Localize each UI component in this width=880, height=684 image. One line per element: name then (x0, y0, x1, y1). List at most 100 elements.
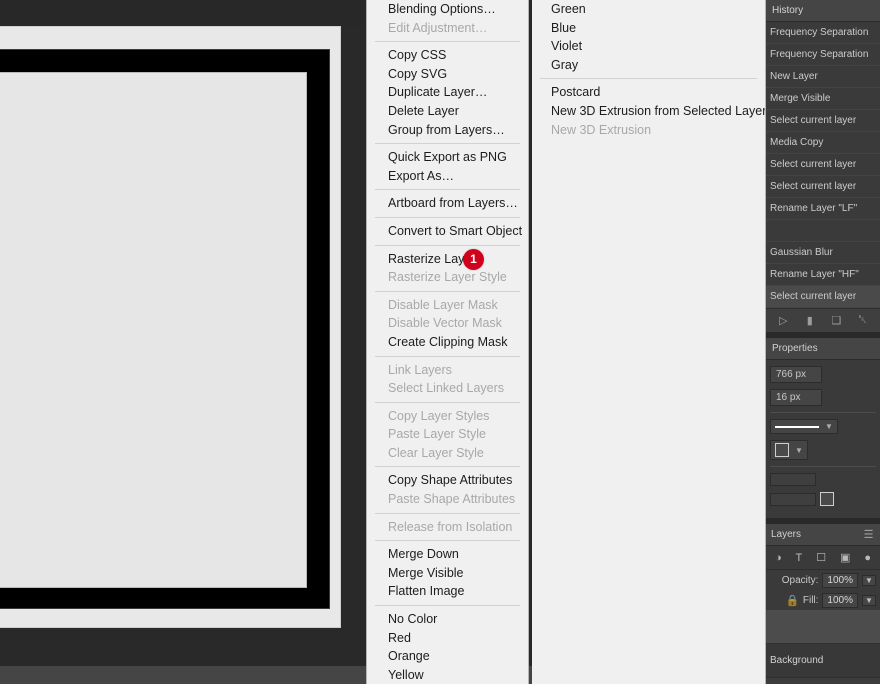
layer-row[interactable] (766, 610, 880, 644)
history-row[interactable]: Select current layer (766, 110, 880, 132)
menu-item[interactable]: Orange (367, 647, 528, 666)
menu-item: Disable Layer Mask (388, 297, 498, 312)
history-row[interactable]: Frequency Separation (766, 22, 880, 44)
layer-row[interactable]: Background (766, 644, 880, 678)
new-snapshot-icon[interactable]: ❑ (830, 314, 843, 327)
panel-menu-icon[interactable]: ☰ (862, 528, 875, 541)
adjustment-filter-icon[interactable]: ◑ (775, 552, 782, 564)
menu-item[interactable]: Duplicate Layer… (367, 83, 528, 102)
fill-label: Fill: (802, 594, 819, 606)
menu-item[interactable]: Delete Layer (367, 102, 528, 121)
history-row[interactable]: Select current layer (766, 154, 880, 176)
layer-context-submenu[interactable]: Green Blue Violet Gray Postcard New 3D Extrus… (532, 0, 766, 684)
menu-item[interactable]: Flatten Image (367, 582, 528, 601)
menu-item: Rasterize Layer Style (388, 270, 507, 285)
height-field[interactable]: 16 px (770, 389, 822, 406)
chevron-down-icon[interactable]: ▼ (862, 594, 876, 606)
width-row: 766 px (770, 366, 876, 383)
menu-item[interactable]: No Color (367, 610, 528, 629)
swatch-row-2 (770, 492, 876, 506)
submenu-item[interactable]: New 3D Extrusion from Selected Layer (532, 102, 765, 121)
menu-item[interactable]: Yellow (367, 666, 528, 684)
history-list[interactable]: Frequency Separation Frequency Separation… (766, 22, 880, 308)
menu-item: Disable Vector Mask (388, 316, 502, 331)
chevron-down-icon: ▼ (825, 422, 833, 431)
menu-item[interactable]: Red (367, 629, 528, 648)
lock-icon[interactable]: 🔒 (786, 594, 800, 607)
new-document-icon[interactable]: ▮ (803, 314, 816, 327)
stroke-style-dropdown[interactable]: ▼ (770, 419, 838, 434)
menu-item[interactable]: Rasterize Layer 1 (367, 248, 528, 270)
properties-panel-body: 766 px 16 px ▼ ▼ (766, 360, 880, 518)
history-row[interactable]: Gaussian Blur (766, 242, 880, 264)
menu-item[interactable]: Blending Options… (367, 0, 528, 19)
menu-item: Link Layers (388, 362, 452, 377)
menu-item[interactable]: Copy CSS (367, 46, 528, 65)
menu-separator (375, 244, 520, 246)
menu-item[interactable]: Export As… (367, 167, 528, 186)
menu-item[interactable]: Merge Visible (367, 564, 528, 583)
history-row[interactable]: Rename Layer "HF" (766, 264, 880, 286)
document-frame-black (0, 49, 330, 609)
trash-icon[interactable]: ␇ (856, 314, 869, 327)
mask-thumbnail-icon[interactable] (820, 492, 834, 506)
layers-panel-tab[interactable]: Layers ☰ (766, 524, 880, 546)
document-inner-mat (0, 72, 307, 588)
color-swatch[interactable] (770, 473, 816, 486)
properties-divider-2 (770, 466, 876, 467)
history-row[interactable]: Media Copy (766, 132, 880, 154)
submenu-item: New 3D Extrusion (551, 122, 652, 137)
history-row[interactable]: Frequency Separation (766, 44, 880, 66)
history-panel-title: History (772, 5, 804, 16)
menu-item[interactable]: Create Clipping Mask (367, 333, 528, 352)
stroke-align-dropdown[interactable]: ▼ (770, 440, 808, 460)
chevron-down-icon[interactable]: ▼ (862, 574, 876, 586)
menu-item[interactable]: Artboard from Layers… (367, 194, 528, 213)
layer-context-menu[interactable]: Blending Options… Edit Adjustment… Copy CS… (366, 0, 529, 684)
layers-panel-title: Layers (771, 529, 802, 540)
opacity-label: Opacity: (781, 574, 819, 586)
submenu-item[interactable]: Green (532, 0, 765, 19)
color-swatch-secondary[interactable] (770, 492, 816, 506)
menu-separator (375, 216, 520, 218)
camera-snapshot-icon[interactable]: ▷ (777, 314, 790, 327)
history-row[interactable]: New Layer (766, 66, 880, 88)
menu-item[interactable]: Convert to Smart Object (367, 222, 528, 241)
layers-filter-toolbar: ◑ T ☐ ▣ ● (766, 546, 880, 570)
document-window[interactable] (0, 26, 341, 628)
align-icon (775, 443, 789, 457)
smart-object-filter-icon[interactable]: ▣ (840, 551, 850, 564)
shape-filter-icon[interactable]: ☐ (816, 551, 826, 564)
width-field[interactable]: 766 px (770, 366, 822, 383)
menu-separator (375, 41, 520, 43)
submenu-item[interactable]: Violet (532, 37, 765, 56)
filter-toggle-icon[interactable]: ● (864, 552, 871, 564)
menu-item[interactable]: Quick Export as PNG (367, 148, 528, 167)
menu-separator (375, 401, 520, 403)
menu-item: Copy Layer Styles (388, 408, 490, 423)
menu-item: Edit Adjustment… (388, 20, 488, 35)
submenu-item[interactable]: Blue (532, 19, 765, 38)
menu-item: Clear Layer Style (388, 445, 484, 460)
menu-item[interactable]: Merge Down (367, 545, 528, 564)
menu-separator (375, 189, 520, 191)
properties-panel-tab[interactable]: Properties (766, 338, 880, 360)
layers-empty-area (766, 678, 880, 684)
menu-item[interactable]: Copy Shape Attributes (367, 471, 528, 490)
history-row[interactable]: Select current layer (766, 176, 880, 198)
history-row[interactable]: Rename Layer "LF" (766, 198, 880, 220)
menu-item[interactable]: Group from Layers… (367, 121, 528, 140)
history-row[interactable] (766, 220, 880, 242)
layers-list[interactable]: Background (766, 610, 880, 678)
fill-value[interactable]: 100% (822, 592, 858, 608)
submenu-item[interactable]: Postcard (532, 83, 765, 102)
history-row[interactable]: Select current layer (766, 286, 880, 308)
history-row[interactable]: Merge Visible (766, 88, 880, 110)
submenu-item[interactable]: Gray (532, 56, 765, 75)
menu-item[interactable]: Copy SVG (367, 65, 528, 84)
history-panel-tab[interactable]: History (766, 0, 880, 22)
opacity-value[interactable]: 100% (822, 572, 858, 588)
menu-separator (375, 290, 520, 292)
stroke-preview-icon (775, 425, 819, 428)
type-filter-icon[interactable]: T (796, 552, 803, 564)
